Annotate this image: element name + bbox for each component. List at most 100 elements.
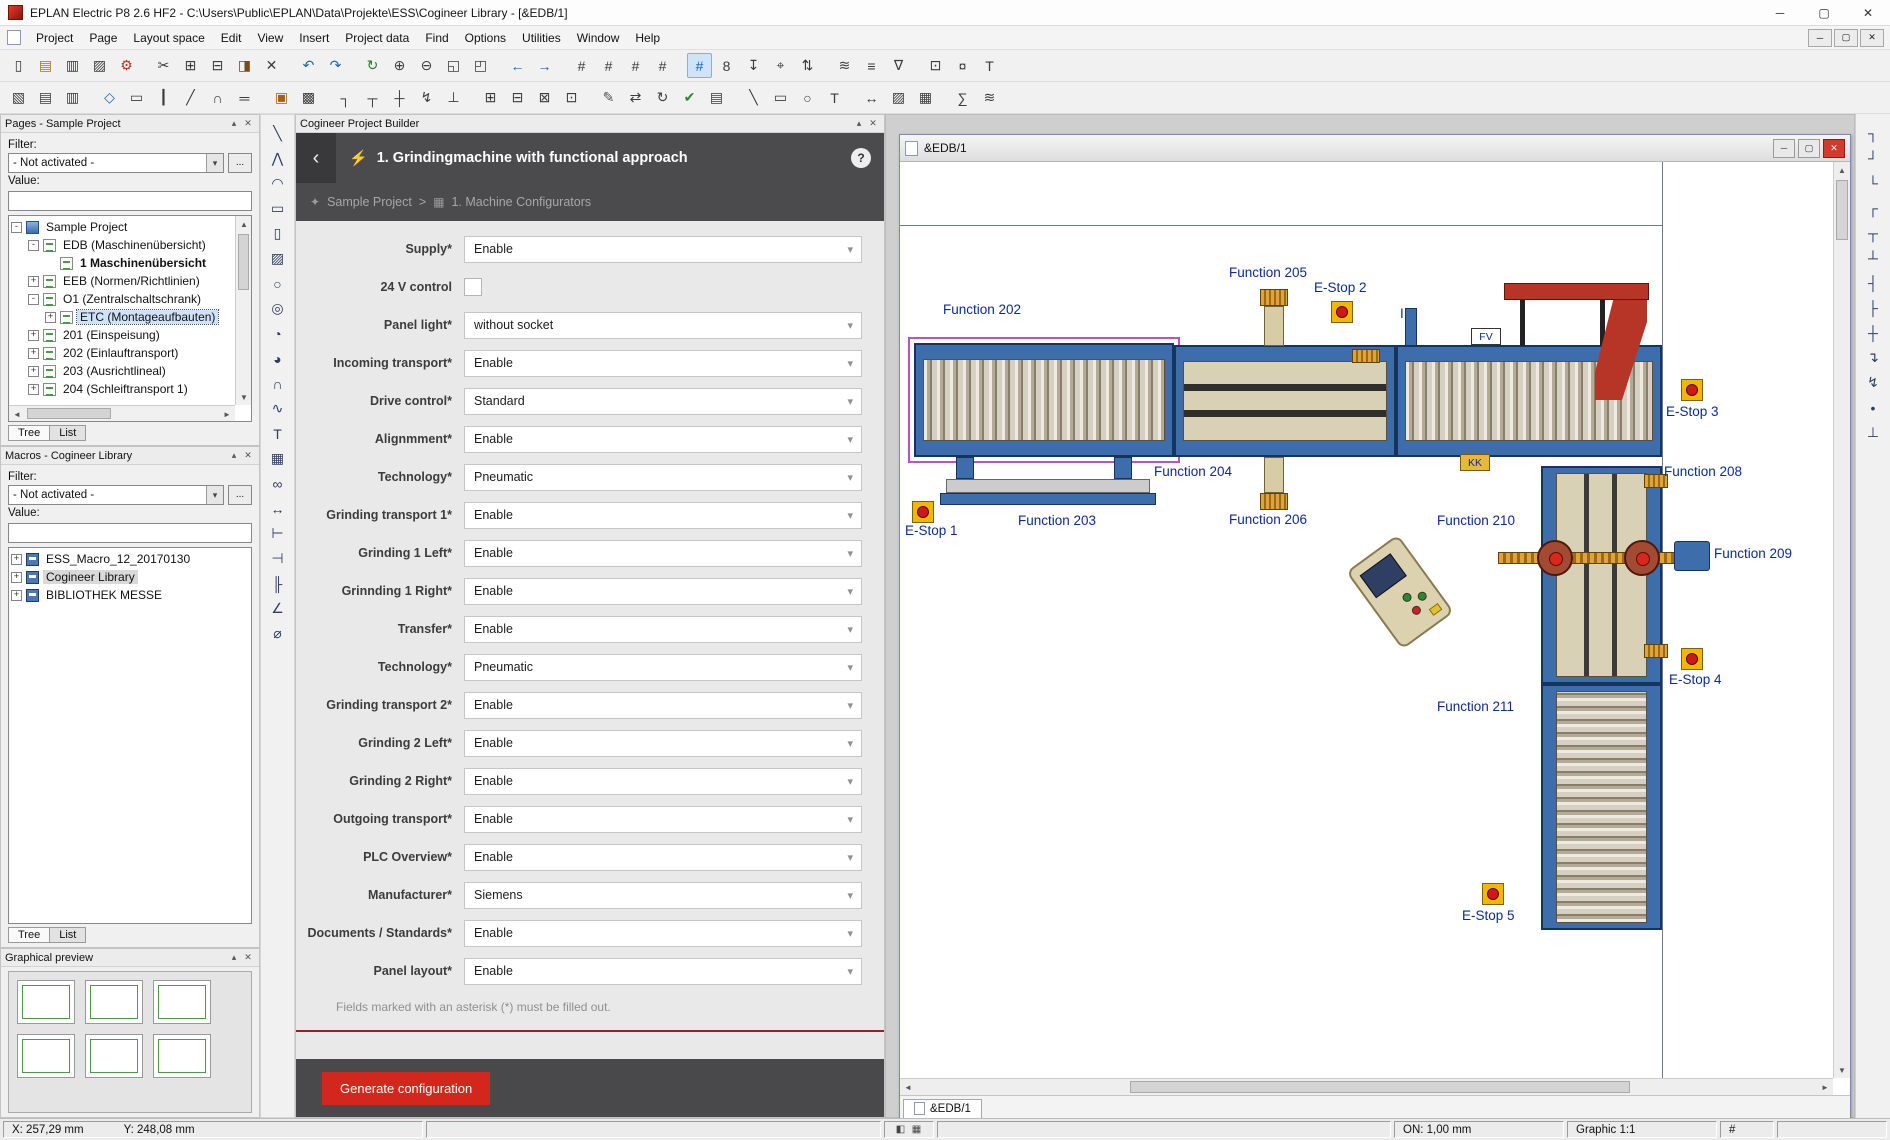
- paste-icon[interactable]: ⊟: [205, 53, 230, 78]
- corner-down-right-icon[interactable]: ┌: [1860, 195, 1886, 220]
- function-label[interactable]: Function 202: [943, 302, 1021, 317]
- circle-fill-tool-icon[interactable]: ◎: [265, 296, 291, 321]
- scroll-up-icon[interactable]: ▲: [236, 216, 252, 232]
- plc-navigator-icon[interactable]: ⊠: [532, 85, 557, 110]
- jump-point-icon[interactable]: ↴: [1860, 345, 1886, 370]
- e-stop-label[interactable]: E-Stop 1: [905, 523, 958, 538]
- panel-close-icon[interactable]: ✕: [866, 118, 880, 129]
- coordinate-input-icon[interactable]: ⌖: [768, 53, 793, 78]
- dimension-tool-icon[interactable]: ↔: [265, 496, 291, 521]
- page-tab-edb[interactable]: &EDB/1: [903, 1099, 982, 1118]
- page-thumbnail[interactable]: [153, 980, 211, 1024]
- function-label[interactable]: Function 203: [1018, 513, 1096, 528]
- tree-expander[interactable]: +: [11, 590, 22, 601]
- scroll-thumb[interactable]: [1130, 1081, 1630, 1093]
- labeling-icon[interactable]: ≡: [859, 53, 884, 78]
- baseline-dimension-tool-icon[interactable]: ⊣: [265, 546, 291, 571]
- interruption-point-icon[interactable]: ↯: [1860, 370, 1886, 395]
- insert-text-icon[interactable]: T: [977, 53, 1002, 78]
- field-dropdown[interactable]: Enable: [464, 844, 862, 871]
- tree-expander[interactable]: -: [28, 240, 39, 251]
- evaluation-icon[interactable]: ∑: [950, 85, 975, 110]
- e-stop-icon[interactable]: [1482, 883, 1504, 905]
- tree-expander[interactable]: +: [28, 276, 39, 287]
- panel-pin-icon[interactable]: ▴: [852, 118, 866, 129]
- graphic-preview-icon[interactable]: ▥: [60, 85, 85, 110]
- insert-symbol-icon[interactable]: ◇: [97, 85, 122, 110]
- child-minimize-button[interactable]: ─: [1773, 139, 1795, 158]
- rectangle-2point-tool-icon[interactable]: ▯: [265, 221, 291, 246]
- field-dropdown[interactable]: Enable: [464, 692, 862, 719]
- table-203[interactable]: [946, 479, 1150, 493]
- tree-item[interactable]: + EEB (Normen/Richtlinien): [11, 272, 233, 290]
- forward-arrow-icon[interactable]: →: [532, 53, 557, 78]
- menu-item[interactable]: Help: [627, 28, 668, 48]
- conveyor-204-handle[interactable]: [1352, 349, 1380, 363]
- polyline-tool-icon[interactable]: ⋀: [265, 146, 291, 171]
- field-dropdown[interactable]: Enable: [464, 920, 862, 947]
- insert-busbar-icon[interactable]: ═: [232, 85, 257, 110]
- menu-item[interactable]: View: [249, 28, 291, 48]
- cut-icon[interactable]: ✂: [151, 53, 176, 78]
- menu-item[interactable]: Layout space: [125, 28, 212, 48]
- open-project-icon[interactable]: ▤: [33, 53, 58, 78]
- field-dropdown[interactable]: Enable: [464, 730, 862, 757]
- tree-item[interactable]: + Cogineer Library: [11, 568, 249, 586]
- corner-up-right-icon[interactable]: └: [1860, 170, 1886, 195]
- pages-tree-hscrollbar[interactable]: ◄ ►: [9, 405, 235, 421]
- tree-expander[interactable]: +: [28, 366, 39, 377]
- tree-expander[interactable]: +: [28, 348, 39, 359]
- machine-foot[interactable]: [1114, 457, 1132, 479]
- move-base-point-icon[interactable]: ↧: [741, 53, 766, 78]
- update-report-icon[interactable]: ↻: [650, 85, 675, 110]
- function-label[interactable]: Function 206: [1229, 512, 1307, 527]
- cylinder-206[interactable]: [1264, 457, 1284, 493]
- interruption-point-icon[interactable]: ↯: [414, 85, 439, 110]
- tree-expander[interactable]: +: [11, 572, 22, 583]
- hand-terminal[interactable]: [1346, 534, 1454, 649]
- delete-icon[interactable]: ✕: [259, 53, 284, 78]
- panel-pin-icon[interactable]: ▴: [227, 118, 241, 129]
- generate-configuration-button[interactable]: Generate configuration: [322, 1072, 490, 1105]
- page-thumbnail[interactable]: [153, 1034, 211, 1078]
- zoom-whole-page-icon[interactable]: ◰: [468, 53, 493, 78]
- drive-shaft[interactable]: [1498, 552, 1698, 564]
- scroll-thumb[interactable]: [27, 408, 111, 419]
- canvas-vscrollbar[interactable]: ▲ ▼: [1833, 162, 1850, 1078]
- t-node-right-icon[interactable]: ├: [1860, 295, 1886, 320]
- snap-to-grid-icon[interactable]: #: [687, 53, 712, 78]
- insert-terminal-strip-icon[interactable]: ┃: [151, 85, 176, 110]
- grid-size-icon[interactable]: 8: [714, 53, 739, 78]
- scroll-thumb[interactable]: [238, 234, 249, 290]
- panel-tab[interactable]: List: [49, 927, 86, 943]
- panel-close-icon[interactable]: ✕: [241, 952, 255, 963]
- pages-tree-vscrollbar[interactable]: ▲ ▼: [235, 216, 251, 405]
- status-grid-icon[interactable]: ▦: [909, 1124, 925, 1135]
- page-thumbnail[interactable]: [17, 980, 75, 1024]
- image-tool-icon[interactable]: ▦: [265, 446, 291, 471]
- arc-3point-tool-icon[interactable]: ◠: [265, 171, 291, 196]
- connection-cross-icon[interactable]: ┼: [387, 85, 412, 110]
- arc-tool-icon[interactable]: ◔: [265, 321, 291, 346]
- kk-tag[interactable]: KK: [1460, 454, 1490, 471]
- function-label[interactable]: Function 209: [1714, 546, 1792, 561]
- motor-209[interactable]: [1674, 541, 1710, 571]
- table-203-base[interactable]: [940, 493, 1156, 505]
- menu-item[interactable]: Project: [28, 28, 81, 48]
- field-dropdown[interactable]: Enable: [464, 578, 862, 605]
- insert-point-grid-d-icon[interactable]: #: [650, 53, 675, 78]
- insert-window-macro-icon[interactable]: ▣: [269, 85, 294, 110]
- field-dropdown[interactable]: without socket: [464, 312, 862, 339]
- scroll-down-icon[interactable]: ▼: [1834, 1062, 1850, 1078]
- menu-item[interactable]: Insert: [291, 28, 337, 48]
- minimize-button[interactable]: ─: [1758, 0, 1802, 25]
- scroll-right-icon[interactable]: ►: [1817, 1079, 1833, 1095]
- scroll-up-icon[interactable]: ▲: [1834, 162, 1850, 178]
- conveyor-210-handle[interactable]: [1644, 644, 1668, 658]
- e-stop-label[interactable]: E-Stop 4: [1669, 672, 1722, 687]
- field-dropdown[interactable]: Enable: [464, 616, 862, 643]
- panel-pin-icon[interactable]: ▴: [227, 450, 241, 461]
- undo-icon[interactable]: ↶: [296, 53, 321, 78]
- synchronize-icon[interactable]: ⇄: [623, 85, 648, 110]
- device-navigator-icon[interactable]: ▧: [6, 85, 31, 110]
